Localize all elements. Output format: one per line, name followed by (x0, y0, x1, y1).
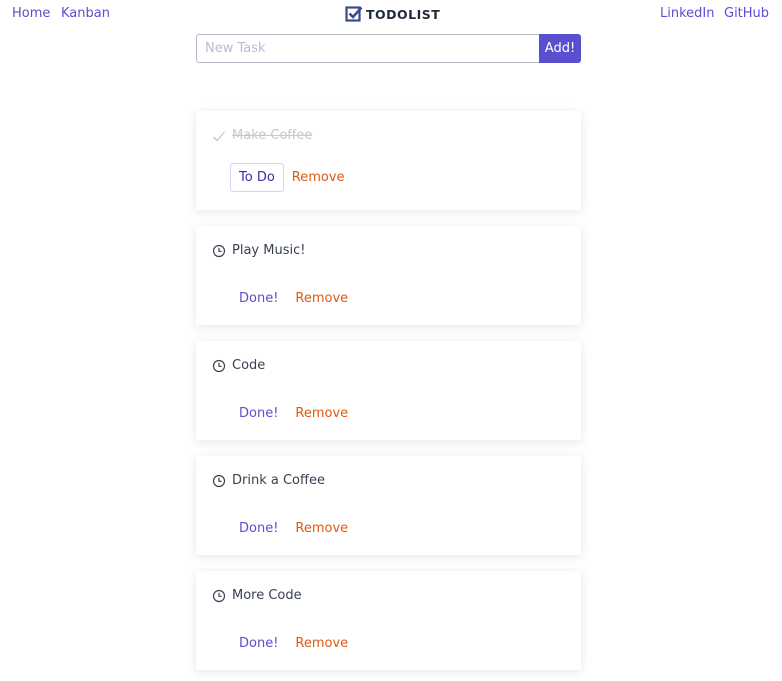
mark-done-button[interactable]: Done! (230, 401, 287, 426)
task-title: Code (232, 358, 266, 373)
add-task-form: Add! (196, 34, 581, 63)
nav-github-link[interactable]: GitHub (724, 6, 769, 21)
logo-text: TODOLIST (366, 6, 441, 22)
mark-done-button[interactable]: Done! (230, 286, 287, 311)
task-title: Play Music! (232, 243, 306, 258)
new-task-input[interactable] (196, 34, 539, 63)
mark-done-button[interactable]: Done! (230, 516, 287, 541)
nav-kanban-link[interactable]: Kanban (61, 6, 110, 21)
task-card: More Code Done! Remove (196, 571, 581, 670)
task-title: More Code (232, 588, 302, 603)
nav-home-link[interactable]: Home (12, 6, 50, 21)
task-card: Make Coffee To Do Remove (196, 111, 581, 210)
remove-button[interactable]: Remove (290, 166, 347, 189)
logo[interactable]: TODOLIST (345, 5, 440, 23)
task-title: Drink a Coffee (232, 473, 325, 488)
task-card: Code Done! Remove (196, 341, 581, 440)
remove-button[interactable]: Remove (293, 402, 350, 425)
mark-todo-button[interactable]: To Do (230, 163, 284, 192)
nav-linkedin-link[interactable]: LinkedIn (660, 6, 714, 21)
task-card: Play Music! Done! Remove (196, 226, 581, 325)
top-nav: Home Kanban TODOLIST LinkedIn GitHub (0, 0, 782, 28)
task-title: Make Coffee (232, 128, 313, 143)
check-icon (213, 131, 225, 141)
remove-button[interactable]: Remove (293, 287, 350, 310)
add-task-button[interactable]: Add! (539, 34, 581, 63)
clock-icon (212, 589, 226, 602)
remove-button[interactable]: Remove (293, 517, 350, 540)
checkbox-logo-icon (345, 6, 363, 22)
clock-icon (212, 244, 226, 257)
task-card: Drink a Coffee Done! Remove (196, 456, 581, 555)
mark-done-button[interactable]: Done! (230, 631, 287, 656)
remove-button[interactable]: Remove (293, 632, 350, 655)
clock-icon (212, 359, 226, 372)
clock-icon (212, 474, 226, 487)
